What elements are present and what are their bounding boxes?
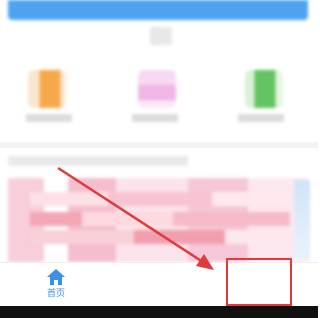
highlight-box [226, 258, 292, 306]
nav-home-label: 首页 [46, 289, 65, 299]
header-small-element [150, 27, 172, 45]
app-label-2 [132, 114, 178, 122]
nav-tab-home[interactable]: 首页 [36, 268, 76, 304]
app-label-1 [26, 114, 72, 122]
section-divider [0, 142, 318, 148]
content-row[interactable] [30, 192, 290, 206]
section-heading [8, 156, 188, 166]
top-header-bar [8, 0, 308, 20]
content-row[interactable] [30, 230, 290, 244]
system-home-bar [0, 306, 318, 318]
app-icon-pink[interactable] [138, 70, 176, 108]
app-icon-orange[interactable] [28, 70, 66, 108]
app-icon-green[interactable] [245, 70, 283, 108]
app-label-3 [238, 114, 284, 122]
content-row[interactable] [30, 212, 290, 226]
home-icon [47, 269, 65, 285]
side-panel [294, 180, 310, 260]
